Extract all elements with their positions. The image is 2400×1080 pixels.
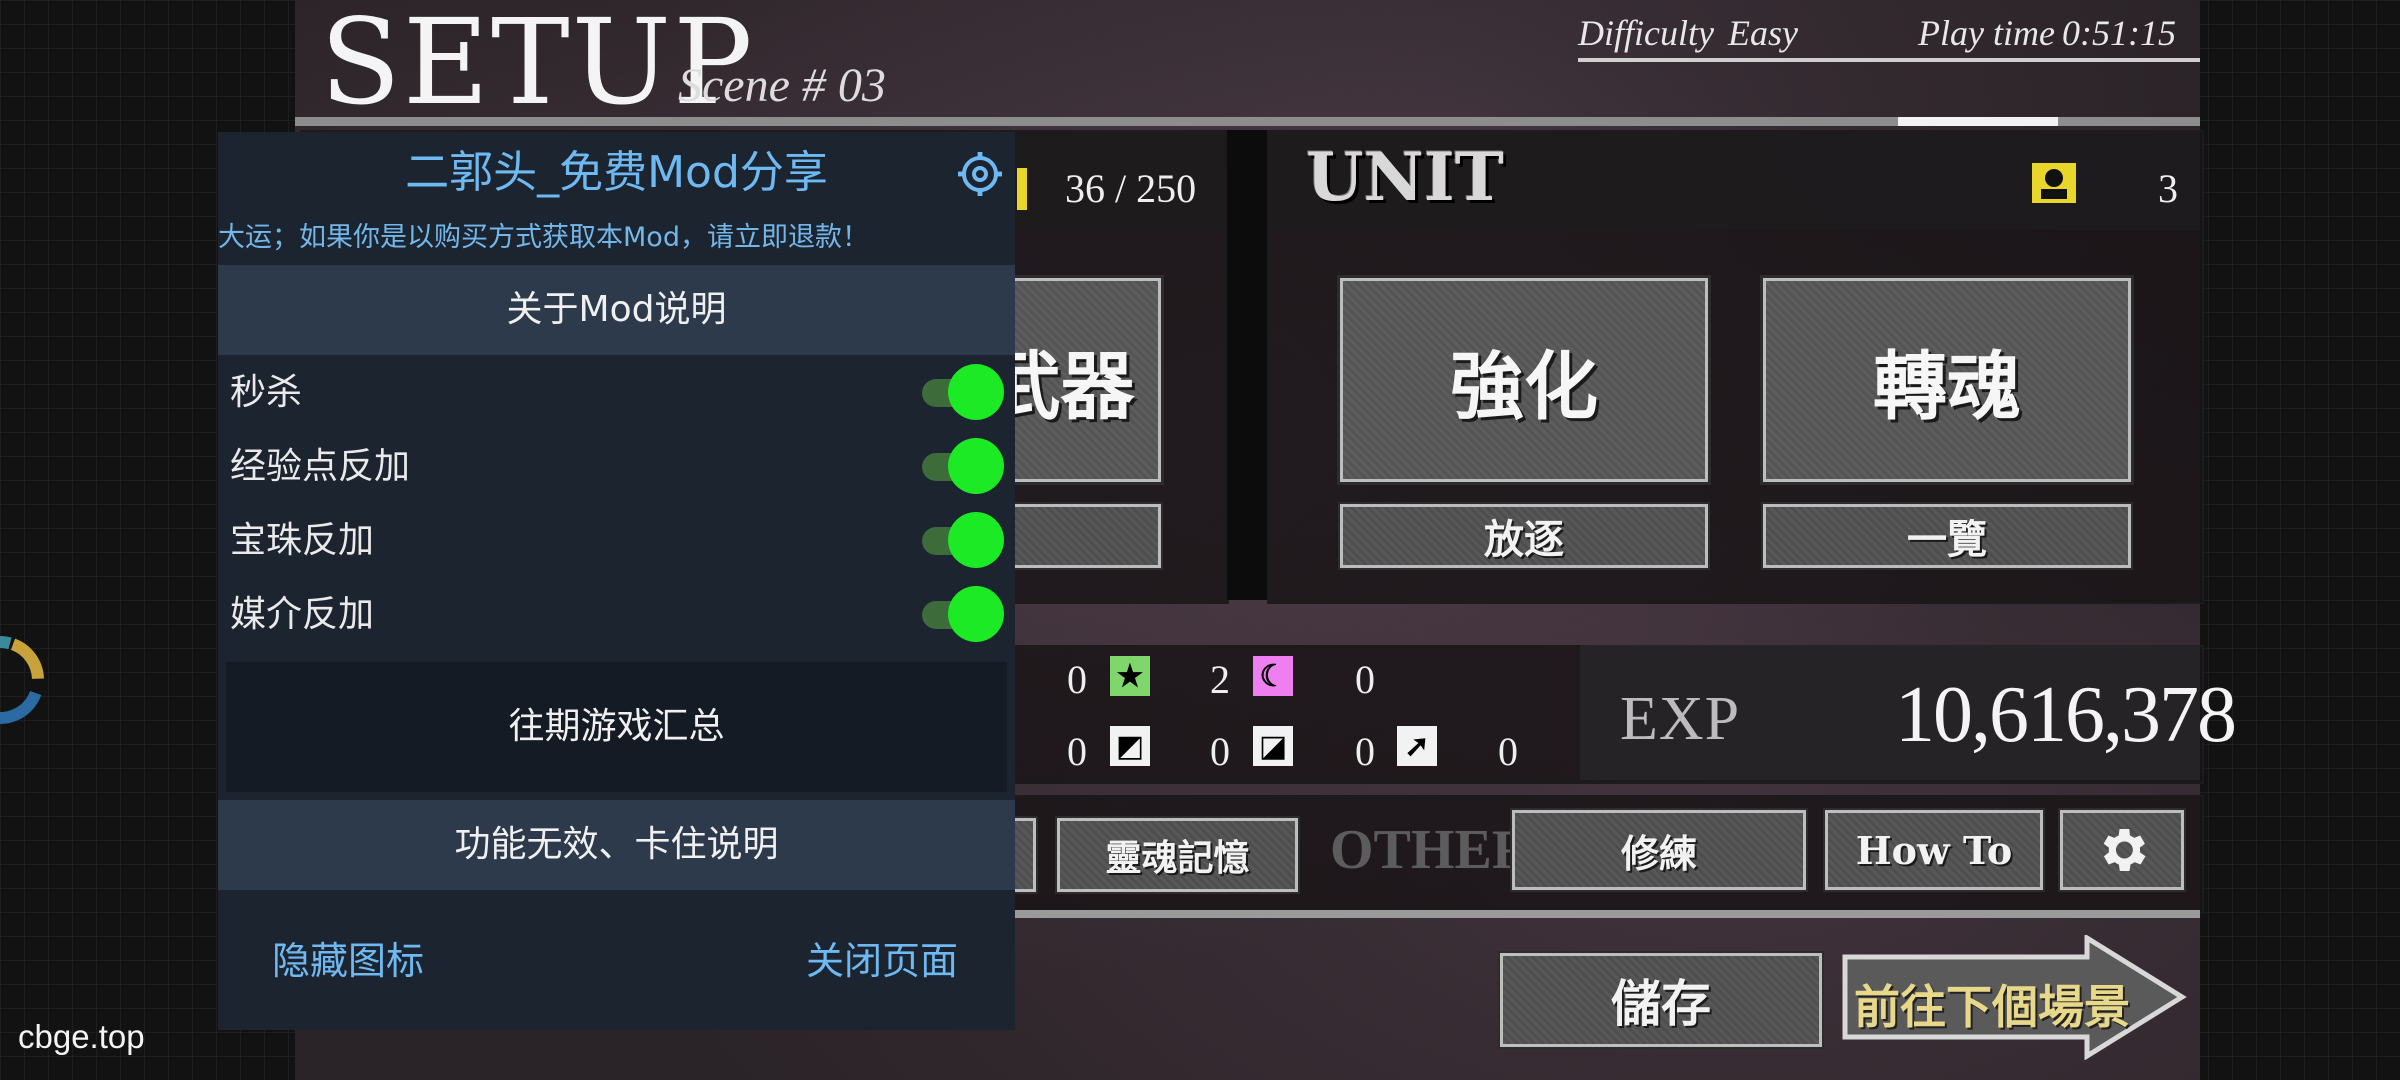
- difficulty-label: Difficulty: [1578, 13, 1714, 53]
- hide-icon-button[interactable]: 隐藏图标: [272, 930, 424, 985]
- medium-b-icon: ◪: [1253, 726, 1293, 766]
- resource-count: 0: [1355, 657, 1375, 702]
- enhance-button-label: 強化: [1450, 343, 1598, 430]
- list-button[interactable]: 一覽: [1761, 502, 2133, 570]
- other-label: OTHER: [1330, 819, 1533, 881]
- settings-button[interactable]: [2058, 808, 2186, 892]
- item-count-icon: [1017, 168, 1027, 210]
- about-mod-button[interactable]: 关于Mod说明: [218, 265, 1015, 355]
- exp-label: EXP: [1620, 685, 1741, 753]
- invalid-help-button[interactable]: 功能无效、卡住说明: [218, 800, 1015, 890]
- toggle-row-instakill[interactable]: 秒杀: [230, 358, 1010, 428]
- toggle-row-medium[interactable]: 媒介反加: [230, 580, 1010, 650]
- about-mod-label: 关于Mod说明: [506, 289, 727, 330]
- bottom-divider: [1000, 910, 2200, 918]
- toggle-label: 秒杀: [230, 372, 303, 413]
- toggle-label: 媒介反加: [230, 594, 375, 635]
- difficulty-value: Easy: [1728, 13, 1798, 53]
- soul-memory-button[interactable]: 靈魂記憶: [1055, 816, 1300, 894]
- toggle-knob: [948, 586, 1004, 642]
- resource-count: 2: [1210, 657, 1230, 702]
- mod-notice: 大运；如果你是以购买方式获取本Mod，请立即退款！: [218, 222, 869, 253]
- save-button[interactable]: 儲存: [1498, 951, 1824, 1049]
- how-to-button-label: How To: [1855, 827, 2013, 873]
- training-button[interactable]: 修練: [1510, 808, 1808, 892]
- resource-count: 0: [1355, 729, 1375, 774]
- star-orb-icon: ★: [1110, 656, 1150, 696]
- close-page-button[interactable]: 关闭页面: [806, 930, 958, 985]
- next-scene-label: 前往下個場景: [1854, 980, 2130, 1034]
- watermark: cbge.top: [18, 1018, 145, 1055]
- past-games-button[interactable]: 往期游戏汇总: [226, 662, 1007, 792]
- training-button-label: 修練: [1620, 830, 1697, 876]
- unit-count: 3: [2158, 166, 2178, 211]
- toggle-switch[interactable]: [918, 586, 1004, 642]
- mod-title: 二郭头_免费Mod分享: [405, 147, 828, 198]
- resource-count: 0: [1210, 729, 1230, 774]
- exile-button-label: 放逐: [1484, 516, 1564, 563]
- how-to-button[interactable]: How To: [1823, 808, 2045, 892]
- toggle-switch[interactable]: [918, 364, 1004, 420]
- soul-transfer-button[interactable]: 轉魂: [1760, 275, 2134, 485]
- invalid-help-label: 功能无效、卡住说明: [454, 824, 779, 865]
- playtime-value: 0:51:15: [2062, 13, 2176, 53]
- progress-bar-highlight: [1898, 117, 2058, 126]
- medium-c-icon: ➚: [1397, 726, 1437, 766]
- next-scene-button[interactable]: 前往下個場景: [1842, 935, 2187, 1060]
- medium-a-icon: ◩: [1110, 726, 1150, 766]
- header-divider: [1578, 58, 2200, 62]
- moon-orb-icon: ☾: [1253, 656, 1293, 696]
- toggle-knob: [948, 364, 1004, 420]
- gear-icon[interactable]: [956, 150, 1004, 198]
- list-button-label: 一覽: [1907, 516, 1987, 563]
- unit-title: UNIT: [1306, 138, 1504, 216]
- scene-label: Scene # 03: [678, 59, 886, 112]
- save-button-label: 儲存: [1611, 974, 1711, 1033]
- toggle-knob: [948, 512, 1004, 568]
- soul-transfer-button-label: 轉魂: [1873, 343, 2021, 430]
- toggle-switch[interactable]: [918, 512, 1004, 568]
- mod-menu: 二郭头_免费Mod分享 大运；如果你是以购买方式获取本Mod，请立即退款！ 关于…: [218, 132, 1015, 1030]
- playtime-label: Play time: [1918, 13, 2055, 53]
- toggle-row-exp[interactable]: 经验点反加: [230, 432, 1010, 502]
- exp-value: 10,616,378: [1895, 671, 2237, 759]
- toggle-label: 宝珠反加: [230, 520, 375, 561]
- resource-count: 0: [1067, 729, 1087, 774]
- enhance-button[interactable]: 強化: [1337, 275, 1711, 485]
- toggle-switch[interactable]: [918, 438, 1004, 494]
- exile-button[interactable]: 放逐: [1338, 502, 1710, 570]
- toggle-row-orb[interactable]: 宝珠反加: [230, 506, 1010, 576]
- panel-divider: [1227, 130, 1267, 600]
- past-games-label: 往期游戏汇总: [508, 706, 725, 747]
- soul-memory-button-label: 靈魂記憶: [1105, 837, 1250, 879]
- resource-count: 0: [1498, 729, 1518, 774]
- gear-icon: [2103, 828, 2146, 872]
- toggle-knob: [948, 438, 1004, 494]
- toggle-label: 经验点反加: [230, 446, 411, 487]
- item-count: 36 / 250: [1065, 166, 1197, 211]
- unit-person-icon: [2032, 163, 2076, 203]
- resource-count: 0: [1067, 657, 1087, 702]
- floating-ring-icon[interactable]: [0, 605, 90, 755]
